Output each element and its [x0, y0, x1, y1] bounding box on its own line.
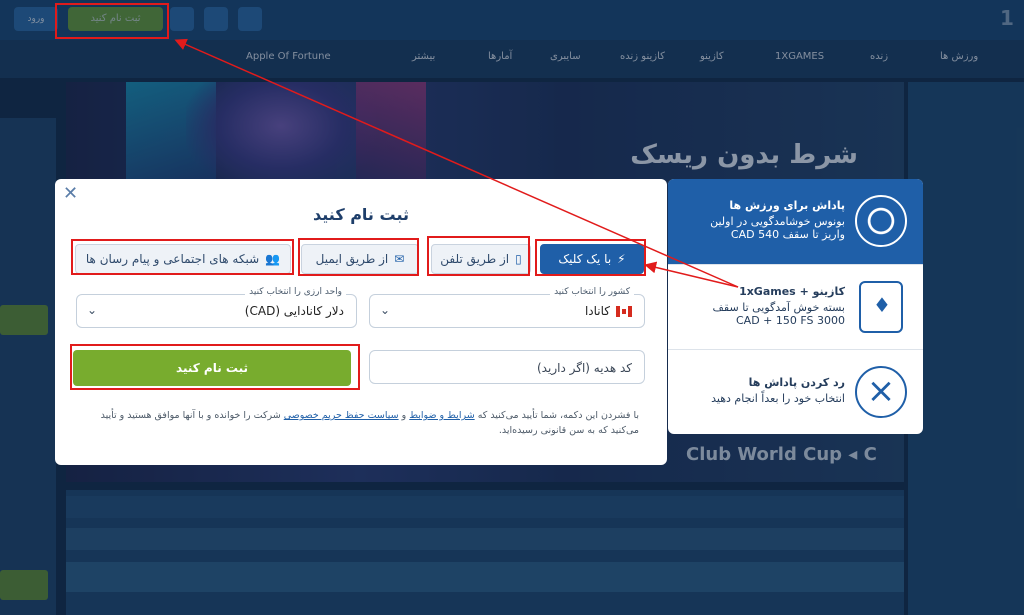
- lightning-icon: ⚡: [617, 252, 626, 266]
- terms-part: با فشردن این دکمه، شما تأیید می‌کنید که: [477, 410, 639, 421]
- tab-label: از طریق ایمیل: [315, 252, 389, 266]
- bonus-option-decline[interactable]: × رد کردن پاداش ها انتخاب خود را بعداً ا…: [668, 349, 923, 434]
- bonus-option-casino[interactable]: کازینو + 1xGames بسته خوش آمدگویی تا سقف…: [668, 264, 923, 349]
- bonus-option-sports[interactable]: پاداش برای ورزش ها بونوس خوشامدگویی در ا…: [668, 179, 923, 264]
- x-circle-icon: ×: [855, 366, 907, 418]
- country-select[interactable]: کشور را انتخاب کنید کانادا ⌄: [369, 287, 645, 328]
- canada-flag-icon: [616, 305, 632, 317]
- tab-label: از طریق تلفن: [440, 252, 510, 266]
- tab-email[interactable]: ✉ از طریق ایمیل: [301, 244, 419, 274]
- bonus-desc: انتخاب خود را بعداً انجام دهید: [711, 392, 845, 405]
- tab-label: با یک کلیک: [558, 252, 612, 266]
- tab-phone[interactable]: ▯ از طریق تلفن: [431, 244, 531, 274]
- close-icon[interactable]: ✕: [63, 183, 78, 204]
- country-select-label: کشور را انتخاب کنید: [550, 287, 634, 297]
- promo-code-input[interactable]: کد هدیه (اگر دارید): [369, 350, 645, 384]
- currency-select[interactable]: واحد ارزی را انتخاب کنید دلار کانادایی (…: [76, 287, 357, 328]
- users-icon: 👥: [265, 252, 281, 266]
- chevron-down-icon: ⌄: [87, 303, 98, 317]
- terms-link[interactable]: شرایط و ضوابط: [409, 410, 474, 421]
- envelope-icon: ✉: [394, 252, 405, 266]
- terms-text: با فشردن این دکمه، شما تأیید می‌کنید که …: [83, 408, 639, 438]
- tab-label: شبکه های اجتماعی و پیام رسان ها: [85, 252, 260, 266]
- bonus-selector: پاداش برای ورزش ها بونوس خوشامدگویی در ا…: [668, 179, 923, 434]
- bonus-title: پاداش برای ورزش ها: [729, 199, 845, 212]
- bonus-desc: بسته خوش آمدگویی تا سقف: [712, 301, 845, 314]
- privacy-policy-link[interactable]: سیاست حفظ حریم خصوصی: [284, 410, 399, 421]
- country-value: کانادا: [584, 304, 610, 318]
- phone-icon: ▯: [515, 252, 522, 266]
- soccer-ball-icon: [855, 195, 907, 247]
- register-button[interactable]: ثبت نام کنید: [73, 350, 351, 386]
- modal-title: ثبت نام کنید: [313, 205, 409, 224]
- bonus-title: کازینو + 1xGames: [739, 285, 845, 298]
- registration-modal: ✕ ثبت نام کنید ⚡ با یک کلیک ▯ از طریق تل…: [55, 179, 667, 465]
- terms-part: و: [401, 410, 407, 421]
- currency-select-label: واحد ارزی را انتخاب کنید: [245, 287, 346, 297]
- tab-social[interactable]: 👥 شبکه های اجتماعی و پیام رسان ها: [75, 244, 291, 274]
- bonus-desc: CAD + 150 FS 3000: [736, 314, 845, 327]
- chevron-down-icon: ⌄: [380, 303, 391, 317]
- tab-one-click[interactable]: ⚡ با یک کلیک: [540, 244, 644, 274]
- cards-dice-icon: [859, 281, 903, 333]
- bonus-title: رد کردن پاداش ها: [748, 376, 845, 389]
- bonus-desc: بونوس خوشامدگویی در اولین: [710, 215, 845, 228]
- promo-code-placeholder: کد هدیه (اگر دارید): [537, 361, 632, 375]
- currency-value: دلار کانادایی (CAD): [244, 304, 344, 318]
- bonus-desc: واریز تا سقف 540 CAD: [730, 228, 845, 241]
